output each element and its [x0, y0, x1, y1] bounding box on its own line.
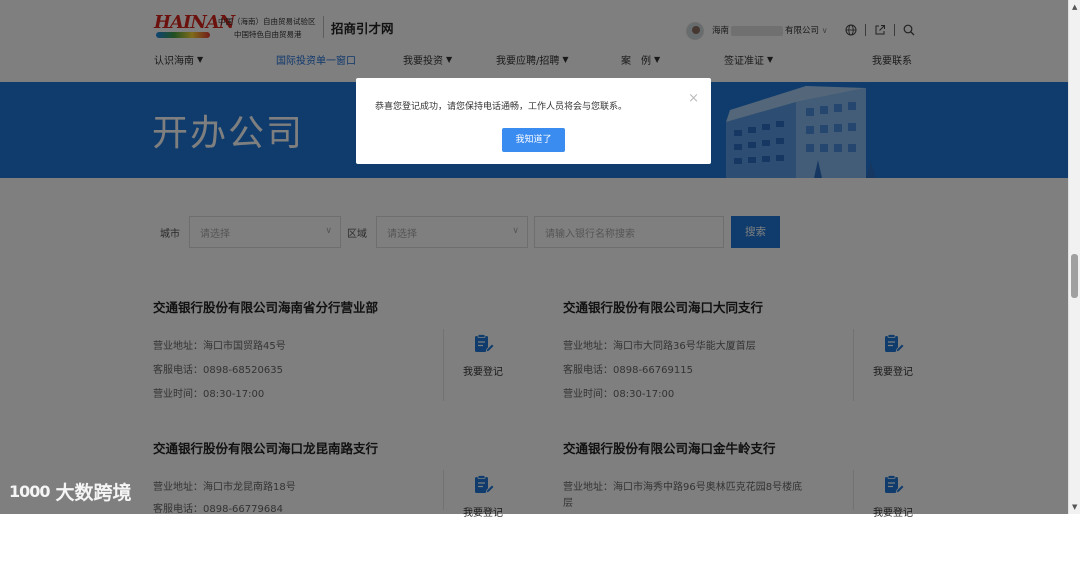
- watermark: 1000 大数跨境: [9, 478, 132, 505]
- scroll-thumb[interactable]: [1071, 254, 1078, 298]
- scroll-up-icon[interactable]: ▲: [1072, 3, 1077, 11]
- dialog-message: 恭喜您登记成功，请您保持电话通畅，工作人员将会与您联系。: [375, 102, 628, 112]
- page-scrollbar[interactable]: ▲ ▼: [1068, 0, 1080, 514]
- watermark-text: 大数跨境: [55, 482, 132, 504]
- confirm-button[interactable]: 我知道了: [502, 128, 565, 152]
- watermark-logo: 1000: [9, 482, 51, 501]
- close-icon[interactable]: ×: [688, 92, 699, 105]
- scroll-down-icon[interactable]: ▼: [1072, 503, 1077, 511]
- success-dialog: 恭喜您登记成功，请您保持电话通畅，工作人员将会与您联系。 × 我知道了: [356, 78, 711, 164]
